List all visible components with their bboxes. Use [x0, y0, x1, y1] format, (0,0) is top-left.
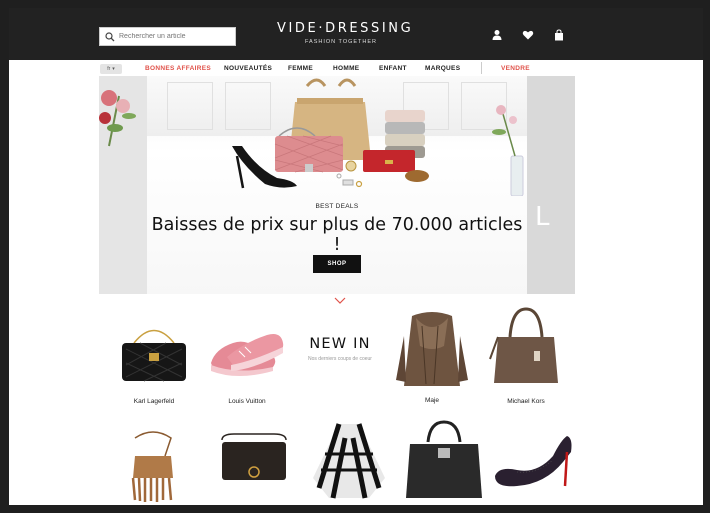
- product-image: [489, 307, 558, 383]
- photo-border: [0, 0, 710, 8]
- nav-enfant[interactable]: ENFANT: [379, 65, 407, 72]
- flowers-image: [99, 90, 136, 147]
- chevron-down-icon: ▾: [112, 66, 115, 72]
- shop-button[interactable]: SHOP: [313, 255, 361, 273]
- logo-name: VIDE·DRESSING: [277, 21, 414, 36]
- heart-icon[interactable]: [522, 28, 534, 40]
- scroll-down-chevron-icon[interactable]: [334, 297, 346, 305]
- bag-icon[interactable]: [553, 28, 565, 41]
- product-card[interactable]: [394, 418, 494, 505]
- next-slide-peek[interactable]: L: [527, 76, 575, 294]
- product-card[interactable]: [204, 426, 304, 505]
- product-image: [406, 420, 482, 498]
- user-icon[interactable]: [491, 28, 503, 40]
- product-card[interactable]: [487, 422, 587, 505]
- product-card[interactable]: Karl Lagerfeld: [104, 313, 204, 405]
- nav-nouveautes[interactable]: NOUVEAUTÉS: [224, 65, 272, 72]
- product-card[interactable]: Michael Kors: [476, 303, 576, 405]
- product-card[interactable]: [109, 426, 209, 505]
- product-brand: Maje: [424, 397, 440, 404]
- product-image: [211, 334, 284, 376]
- search-input[interactable]: [119, 33, 229, 40]
- product-card[interactable]: Louis Vuitton: [197, 313, 297, 405]
- nav-vendre[interactable]: VENDRE: [501, 65, 530, 72]
- hero-eyebrow: BEST DEALS: [315, 203, 359, 210]
- product-brand: Louis Vuitton: [228, 398, 266, 405]
- language-selector[interactable]: fr ▾: [100, 64, 122, 74]
- new-in-title: NEW IN: [309, 336, 371, 352]
- site-header: VIDE·DRESSING FASHION TOGETHER: [9, 8, 703, 60]
- site-logo[interactable]: VIDE·DRESSING FASHION TOGETHER: [277, 21, 414, 45]
- browser-page: VIDE·DRESSING FASHION TOGETHER fr ▾ BONN…: [9, 8, 703, 505]
- logo-tagline: FASHION TOGETHER: [304, 39, 378, 45]
- product-image: [131, 431, 173, 502]
- product-card[interactable]: Maje: [382, 306, 482, 404]
- product-image: [221, 433, 287, 480]
- new-in-subtitle: Nos derniers coups de coeur: [308, 356, 372, 362]
- product-image: [396, 312, 468, 386]
- hero-headline: Baisses de prix sur plus de 70.000 artic…: [151, 215, 523, 255]
- previous-slide-peek[interactable]: [99, 76, 147, 294]
- hero-carousel[interactable]: BEST DEALS Baisses de prix sur plus de 7…: [99, 76, 575, 294]
- product-brand: Michael Kors: [507, 398, 545, 405]
- nav-bonnes-affaires[interactable]: BONNES AFFAIRES: [145, 65, 211, 72]
- next-slide-text: L: [535, 202, 550, 232]
- nav-homme[interactable]: HOMME: [333, 65, 359, 72]
- product-card[interactable]: [299, 418, 399, 505]
- product-image: [495, 436, 572, 487]
- search-icon: [105, 31, 115, 41]
- product-brand: Karl Lagerfeld: [133, 398, 175, 405]
- language-label: fr: [107, 66, 111, 72]
- nav-femme[interactable]: FEMME: [288, 65, 313, 72]
- nav-marques[interactable]: MARQUES: [425, 65, 460, 72]
- product-image: [122, 329, 186, 382]
- search-box[interactable]: [99, 27, 236, 46]
- hero-slide: BEST DEALS Baisses de prix sur plus de 7…: [147, 76, 527, 294]
- new-in-block[interactable]: NEW IN Nos derniers coups de coeur: [295, 336, 385, 362]
- nav-divider: [481, 62, 482, 74]
- hero-product-image: [232, 78, 524, 196]
- product-image: [313, 423, 385, 499]
